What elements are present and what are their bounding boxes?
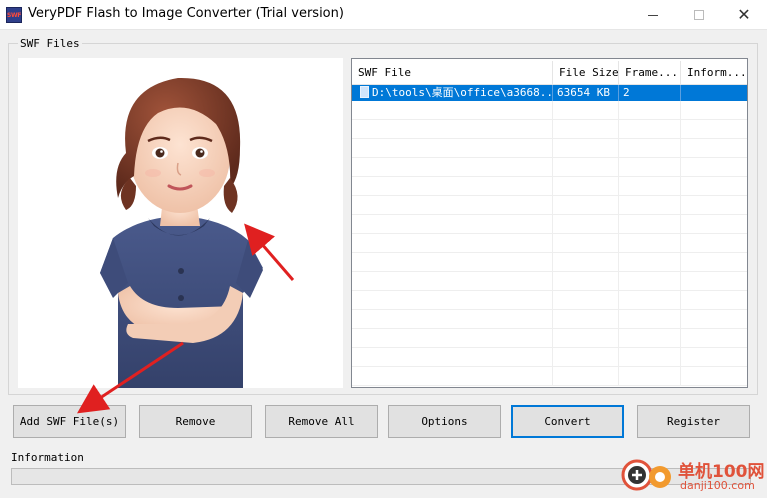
preview-panel: [18, 58, 343, 388]
title-bar: SWF VeryPDF Flash to Image Converter (Tr…: [0, 0, 767, 30]
watermark-logo-icon: [621, 459, 671, 491]
swf-files-label: SWF Files: [18, 37, 82, 50]
close-icon: ✕: [737, 5, 751, 24]
remove-button[interactable]: Remove: [139, 405, 252, 438]
column-header-frames[interactable]: Frame...: [619, 61, 681, 85]
file-size-cell: 63654 KB: [553, 85, 619, 101]
app-icon: SWF: [6, 7, 22, 23]
file-icon: [360, 86, 369, 98]
woman-portrait-illustration: [100, 77, 263, 388]
options-button[interactable]: Options: [388, 405, 501, 438]
site-watermark: 单机100网 danji100.com: [620, 455, 767, 495]
column-header-swf-file[interactable]: SWF File: [352, 61, 553, 85]
list-header: SWF File File Size Frame... Inform...: [352, 61, 747, 85]
window-title: VeryPDF Flash to Image Converter (Trial …: [28, 6, 344, 21]
minimize-icon: [648, 14, 658, 16]
column-header-information[interactable]: Inform...: [681, 61, 747, 85]
file-path-cell: D:\tools\桌面\office\a3668...: [352, 85, 553, 101]
information-label: Information: [11, 451, 84, 464]
maximize-icon: [694, 10, 704, 20]
info-cell: [681, 85, 747, 101]
column-header-file-size[interactable]: File Size: [553, 61, 619, 85]
close-button[interactable]: ✕: [721, 0, 767, 30]
maximize-button[interactable]: [676, 0, 722, 30]
minimize-button[interactable]: [630, 0, 676, 30]
frames-cell: 2: [619, 85, 681, 101]
watermark-url: danji100.com: [680, 479, 755, 492]
list-gridlines: [352, 101, 747, 386]
swf-file-list[interactable]: SWF File File Size Frame... Inform... D:…: [351, 58, 748, 388]
table-row[interactable]: D:\tools\桌面\office\a3668... 63654 KB 2: [352, 85, 747, 101]
register-button[interactable]: Register: [637, 405, 750, 438]
convert-button[interactable]: Convert: [511, 405, 624, 438]
add-swf-files-button[interactable]: Add SWF File(s): [13, 405, 126, 438]
remove-all-button[interactable]: Remove All: [265, 405, 378, 438]
